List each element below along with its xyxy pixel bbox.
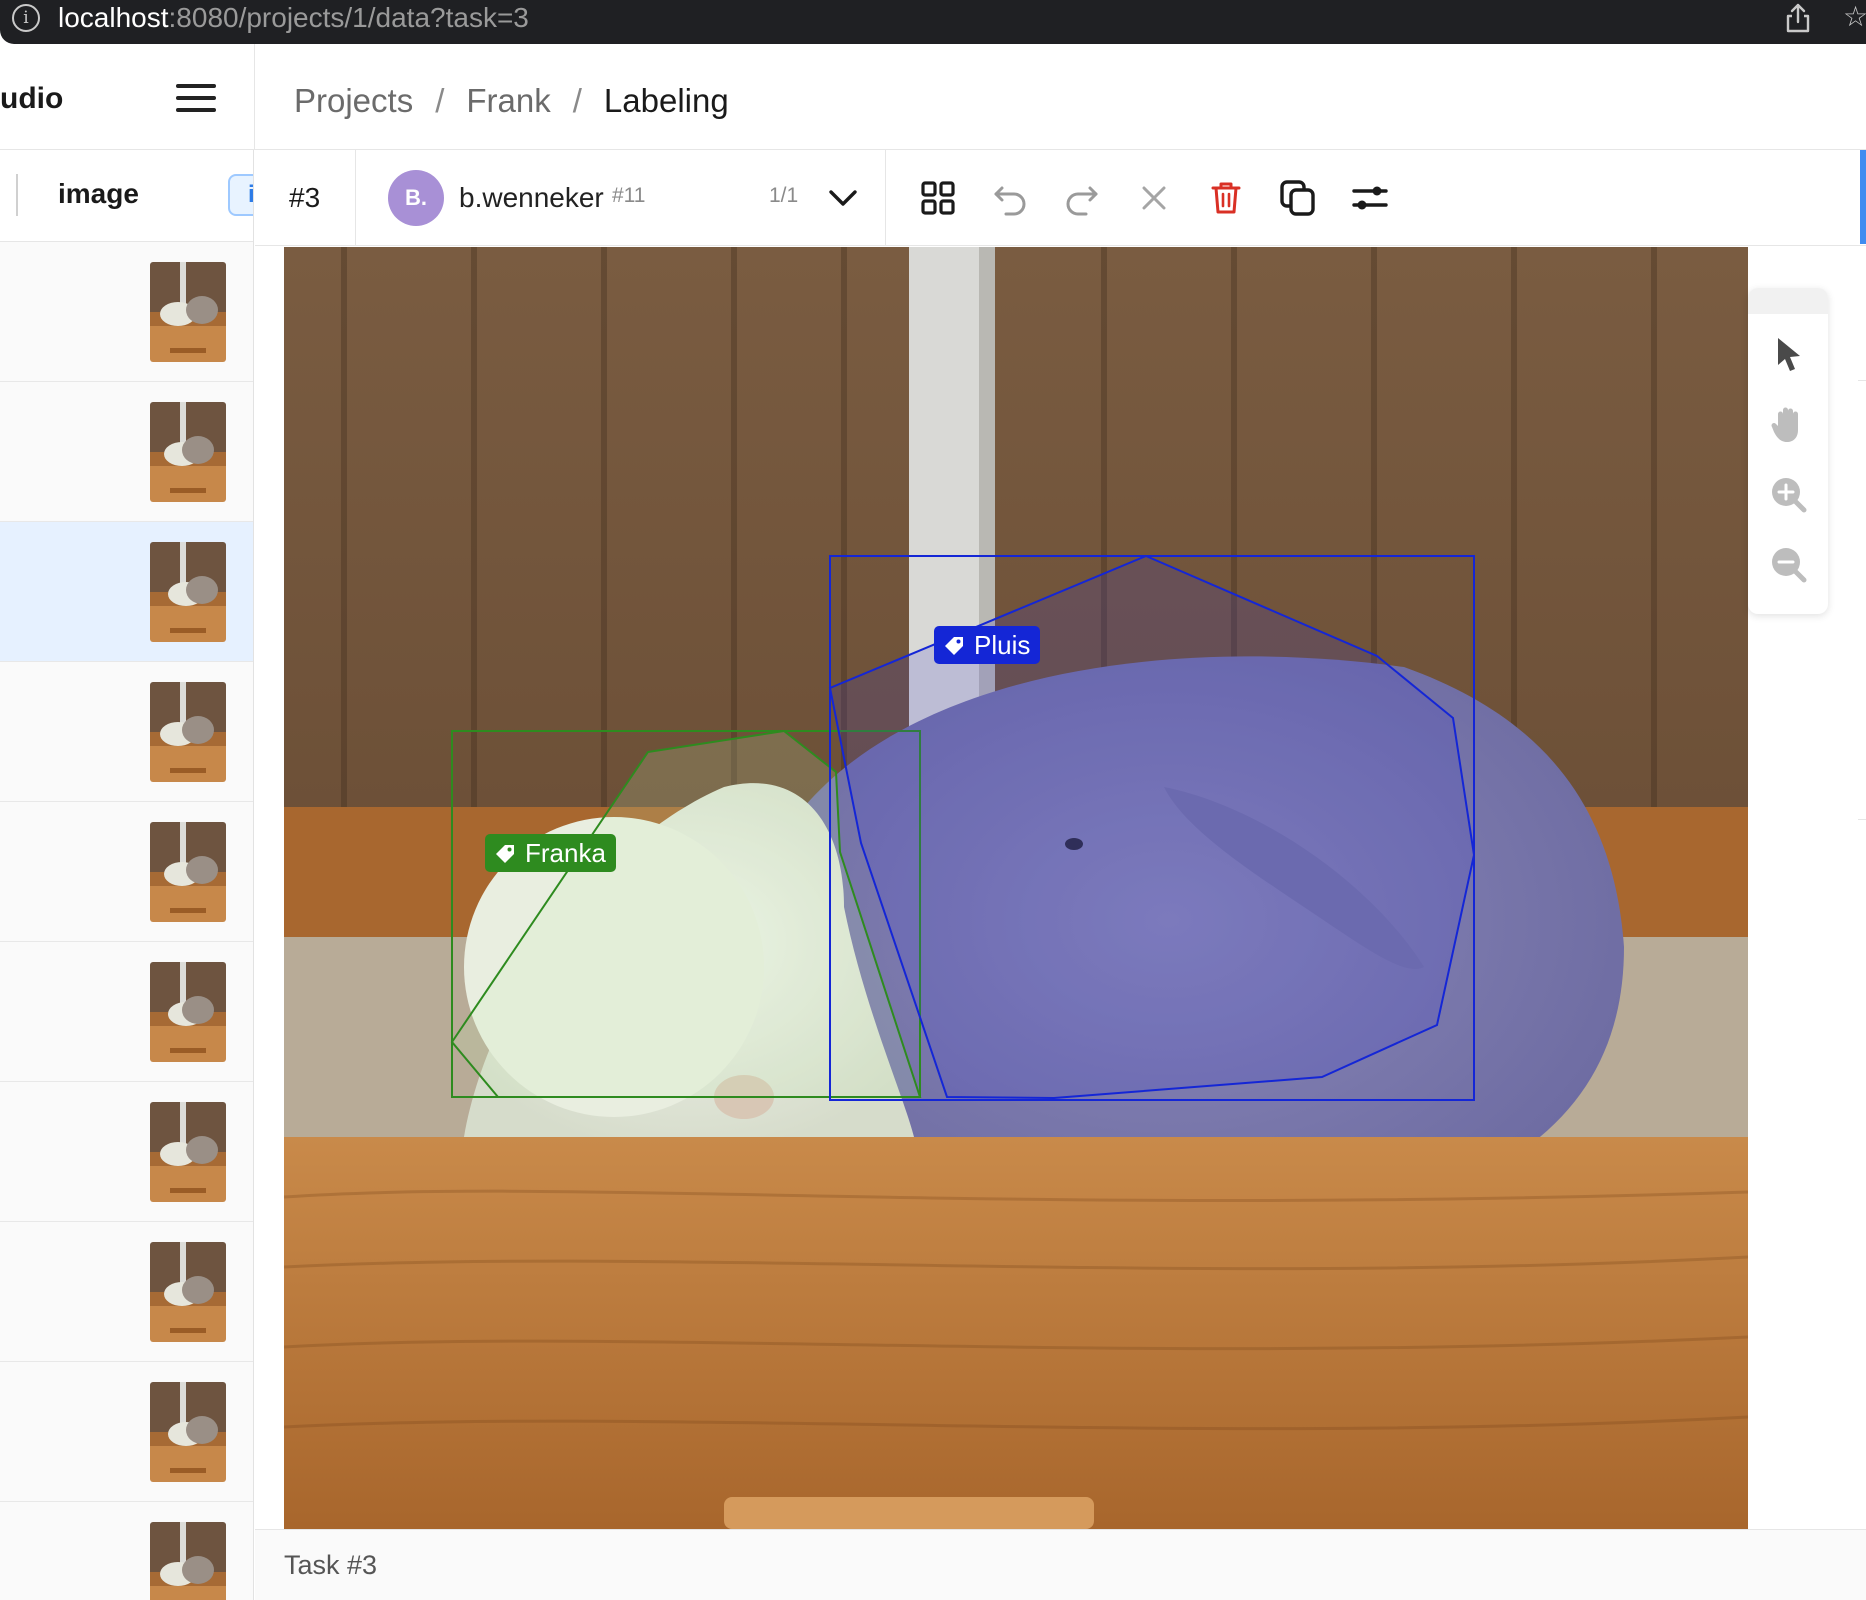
task-row[interactable]	[0, 522, 253, 662]
undo-icon[interactable]	[988, 176, 1032, 220]
task-thumbnail	[150, 1522, 226, 1600]
cursor-icon[interactable]	[1766, 332, 1810, 376]
app-brand[interactable]: udio	[0, 82, 63, 116]
task-row[interactable]	[0, 1502, 253, 1600]
tag-icon	[945, 637, 963, 655]
header-divider	[254, 44, 255, 150]
task-row[interactable]	[0, 662, 253, 802]
right-panel-edge	[1858, 380, 1866, 820]
url-text[interactable]: localhost:8080/projects/1/data?task=3	[58, 2, 529, 34]
annotation-toolbar: #3 B. b.wenneker #11 1/1	[255, 150, 1866, 246]
hamburger-menu-icon[interactable]	[176, 84, 216, 114]
task-thumbnail	[150, 262, 226, 362]
close-icon[interactable]	[1132, 176, 1176, 220]
annotator-name[interactable]: b.wenneker	[459, 182, 604, 214]
app-header: udio Projects / Frank / Labeling	[0, 44, 1866, 150]
task-thumbnail	[150, 1242, 226, 1342]
task-thumbnail	[150, 542, 226, 642]
task-row[interactable]	[0, 382, 253, 522]
task-list: image i	[0, 150, 254, 1600]
breadcrumb-labeling: Labeling	[603, 82, 729, 119]
site-info-icon[interactable]: i	[12, 4, 40, 32]
column-resize-handle[interactable]	[16, 174, 18, 216]
canvas-tool-panel	[1748, 288, 1828, 614]
annotation-count: 1/1	[769, 184, 799, 207]
breadcrumb: Projects / Frank / Labeling	[294, 82, 729, 119]
toolbar-divider	[885, 150, 886, 246]
tag-icon	[496, 845, 514, 863]
breadcrumb-projects[interactable]: Projects	[294, 82, 413, 119]
annotator-avatar[interactable]: B.	[388, 170, 444, 226]
task-thumbnail	[150, 1102, 226, 1202]
task-thumbnail	[150, 402, 226, 502]
task-thumbnail	[150, 962, 226, 1062]
region-label-franka[interactable]: Franka	[485, 834, 616, 872]
grid-icon[interactable]	[916, 176, 960, 220]
task-footer: Task #3	[255, 1529, 1866, 1600]
region-label-text: Pluis	[974, 630, 1031, 660]
region-label-text: Franka	[525, 838, 606, 868]
task-row[interactable]	[0, 1362, 253, 1502]
task-row[interactable]	[0, 942, 253, 1082]
breadcrumb-frank[interactable]: Frank	[466, 82, 550, 119]
settings-sliders-icon[interactable]	[1348, 176, 1392, 220]
copy-icon[interactable]	[1276, 176, 1320, 220]
task-footer-label: Task #3	[284, 1550, 378, 1580]
task-row[interactable]	[0, 802, 253, 942]
task-image[interactable]	[284, 247, 1748, 1529]
task-thumbnail	[150, 1382, 226, 1482]
task-thumbnail	[150, 822, 226, 922]
task-id: #3	[289, 182, 321, 213]
zoom-in-icon[interactable]	[1766, 472, 1810, 516]
panel-accent-edge	[1860, 150, 1866, 244]
task-row[interactable]	[0, 242, 253, 382]
zoom-out-icon[interactable]	[1766, 542, 1810, 586]
hand-icon[interactable]	[1766, 402, 1810, 446]
redo-icon[interactable]	[1060, 176, 1104, 220]
trash-icon[interactable]	[1204, 176, 1248, 220]
toolbar-divider	[355, 150, 356, 246]
column-header-image[interactable]: image	[58, 178, 139, 210]
task-list-header: image i	[0, 150, 253, 242]
task-thumbnail	[150, 682, 226, 782]
task-row[interactable]	[0, 1222, 253, 1362]
share-icon[interactable]	[1783, 2, 1813, 34]
region-label-pluis[interactable]: Pluis	[934, 626, 1041, 664]
chevron-down-icon[interactable]	[821, 176, 865, 220]
bookmark-star-icon[interactable]: ☆	[1843, 0, 1866, 33]
annotation-id: #11	[612, 184, 646, 207]
panel-drag-handle[interactable]	[1748, 288, 1828, 314]
column-info-chip[interactable]: i	[228, 174, 253, 216]
task-row[interactable]	[0, 1082, 253, 1222]
browser-url-bar: i localhost:8080/projects/1/data?task=3 …	[0, 0, 1866, 44]
